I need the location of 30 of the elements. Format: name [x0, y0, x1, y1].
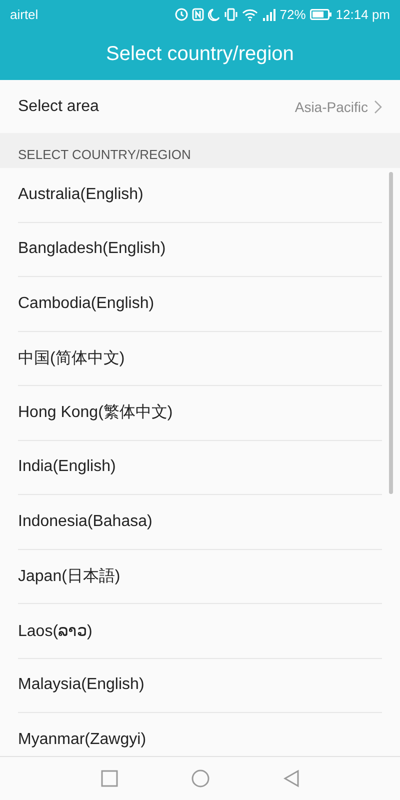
country-item[interactable]: Japan(日本語) — [18, 566, 120, 587]
country-item[interactable]: 中国(简体中文) — [18, 348, 125, 369]
moon-icon — [208, 8, 220, 20]
page-title: Select country/region — [106, 42, 294, 66]
back-button[interactable] — [282, 769, 300, 788]
battery-icon — [310, 8, 332, 20]
recents-icon — [100, 769, 118, 788]
country-item[interactable]: Malaysia(English) — [18, 676, 144, 694]
signal-icon — [262, 8, 276, 20]
home-icon — [190, 769, 210, 788]
recents-button[interactable] — [100, 769, 118, 788]
country-item[interactable]: Bangladesh(English) — [18, 240, 166, 258]
country-item[interactable]: Indonesia(Bahasa) — [18, 512, 152, 531]
country-item[interactable]: Cambodia(English) — [18, 294, 154, 313]
section-header: SELECT COUNTRY/REGION — [18, 147, 191, 162]
wifi-icon — [242, 8, 258, 20]
country-item[interactable]: Hong Kong(繁体中文) — [18, 402, 173, 424]
vibrate-icon — [224, 8, 238, 20]
nfc-icon — [192, 8, 204, 20]
carrier-name: airtel — [10, 6, 38, 22]
back-icon — [282, 769, 300, 788]
home-button[interactable] — [190, 769, 210, 788]
country-item[interactable]: Laos(ລາວ) — [18, 620, 92, 641]
chevron-right-icon — [374, 100, 382, 114]
clock-time: 12:14 pm — [336, 6, 390, 22]
country-item[interactable]: Australia(English) — [18, 186, 144, 204]
battery-percent: 72% — [280, 6, 306, 22]
country-item[interactable]: Myanmar(Zawgyi) — [18, 730, 146, 749]
country-item[interactable]: India(English) — [18, 458, 116, 476]
clock-icon — [174, 8, 188, 20]
